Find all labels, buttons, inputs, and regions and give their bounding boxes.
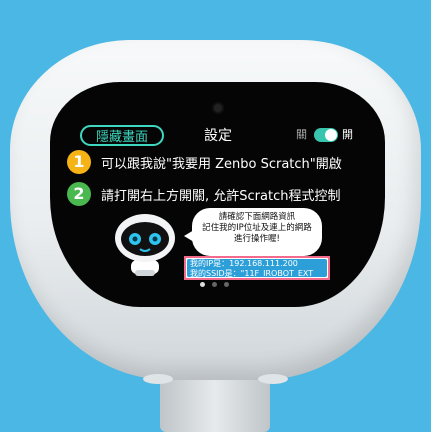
network-info-content: 我的IP是：192.168.111.200 我的SSID是："11F_IROBO…	[187, 259, 327, 277]
page-dot-2[interactable]	[212, 282, 217, 287]
switch-on-label: 開	[342, 128, 353, 141]
step-2: 2 請打開右上方開關, 允許Scratch程式控制	[67, 180, 340, 208]
zenbo-mascot-icon	[115, 214, 175, 276]
speech-bubble: 請確認下面網路資訊 記住我的IP位址及連上的網路 進行操作喔!	[184, 208, 322, 256]
hide-screen-button[interactable]: 隱藏畫面	[80, 125, 164, 146]
ssid-text: 我的SSID是："11F_IROBOT_EXT	[190, 269, 314, 277]
bubble-line-1: 請確認下面網路資訊	[218, 212, 296, 222]
page-title: 設定	[204, 128, 232, 144]
bubble-line-3: 進行操作喔!	[234, 234, 280, 244]
ip-address-text: 我的IP是：192.168.111.200	[190, 259, 298, 268]
step-1: 1 可以跟我說"我要用 Zenbo Scratch"開啟	[67, 148, 342, 176]
step-2-badge: 2	[67, 182, 91, 206]
scratch-toggle-switch[interactable]	[314, 128, 338, 142]
page-dot-1[interactable]	[200, 282, 205, 287]
toggle-knob	[325, 129, 337, 141]
network-info-box: 我的IP是：192.168.111.200 我的SSID是："11F_IROBO…	[184, 256, 330, 280]
bubble-line-2: 記住我的IP位址及連上的網路	[202, 223, 312, 233]
page-dot-3[interactable]	[224, 282, 229, 287]
step-2-text: 請打開右上方開關, 允許Scratch程式控制	[101, 188, 341, 204]
right-light-icon	[258, 374, 288, 384]
left-light-icon	[143, 374, 173, 384]
step-1-text: 可以跟我說"我要用 Zenbo Scratch"開啟	[101, 156, 342, 172]
page-indicator	[200, 282, 229, 287]
camera-icon	[214, 104, 222, 112]
step-1-badge: 1	[67, 150, 91, 174]
switch-off-label: 關	[296, 128, 307, 141]
